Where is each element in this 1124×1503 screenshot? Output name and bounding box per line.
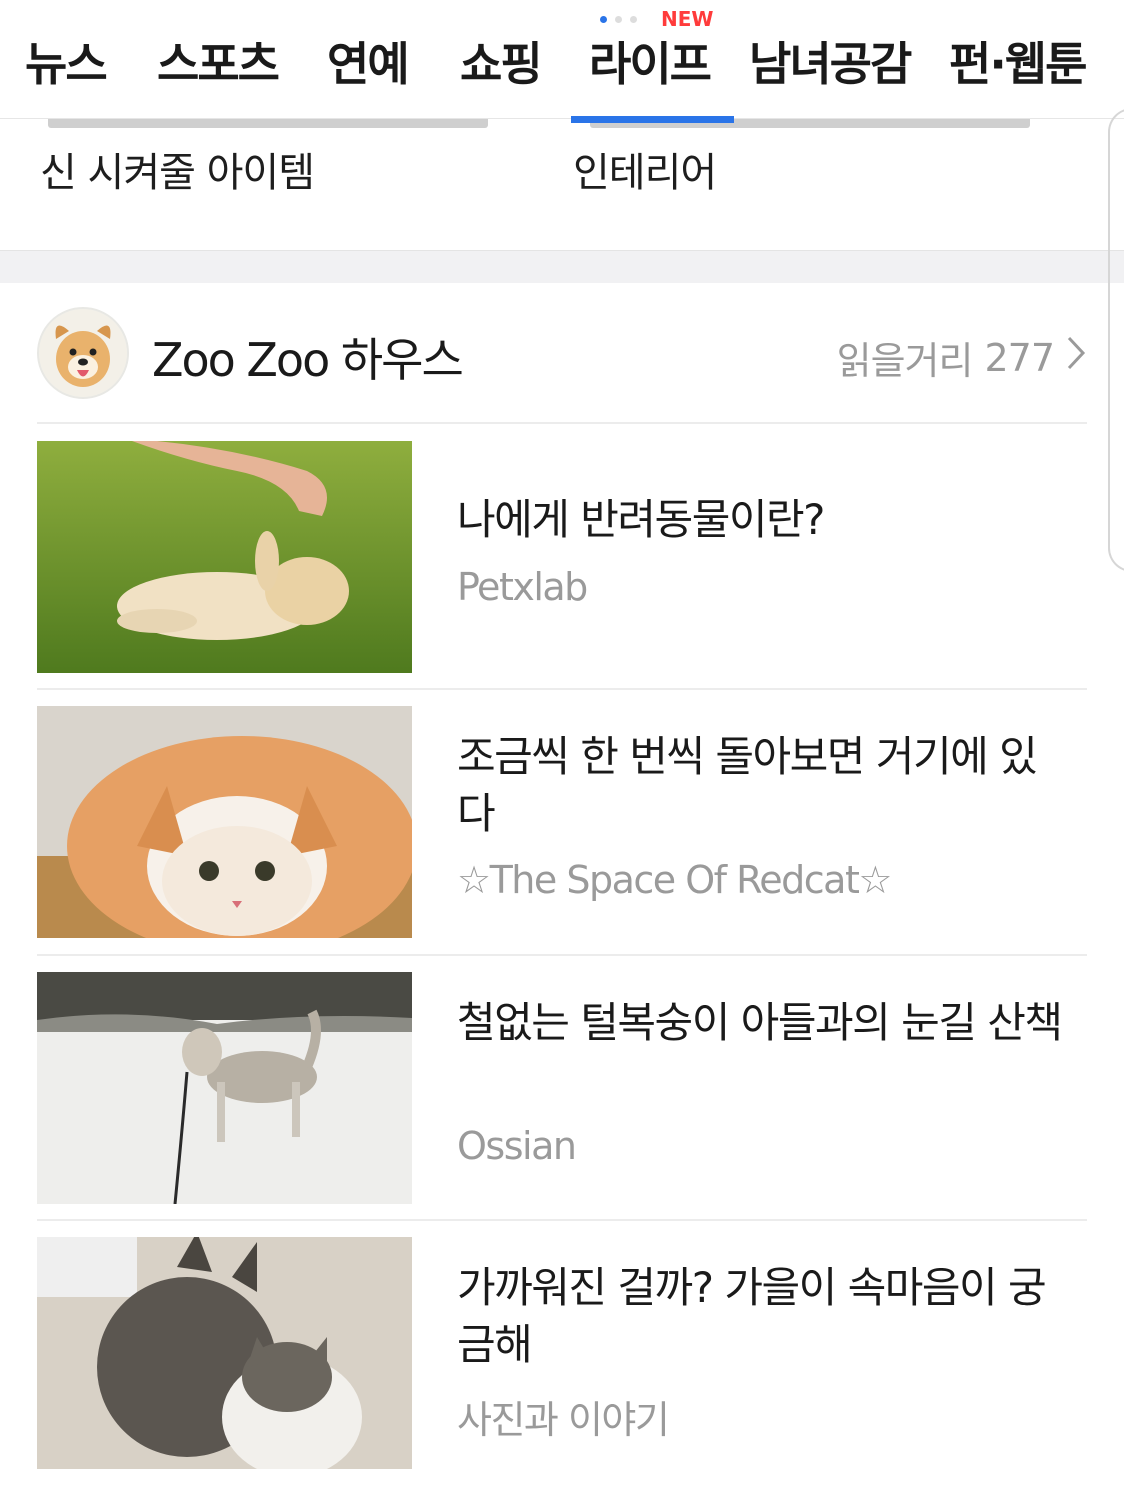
top-navigation: 뉴스 스포츠 연예 쇼핑 라이프 남녀공감 펀·웹툰 NEW	[0, 0, 1124, 119]
tab-fun-webtoon[interactable]: 펀·웹툰	[949, 28, 1087, 94]
article-item[interactable]: 철없는 털복숭이 아들과의 눈길 산책 Ossian	[37, 972, 1087, 1204]
article-title[interactable]: 가까워진 걸까? 가을이 속마음이 궁금해	[457, 1259, 1067, 1373]
indicator-dot	[615, 16, 622, 23]
divider	[37, 954, 1087, 956]
husky-photo-thumbnail[interactable]	[37, 972, 412, 1204]
active-tab-underline	[571, 116, 734, 123]
tab-news[interactable]: 뉴스	[25, 28, 108, 94]
divider	[37, 688, 1087, 690]
previous-item-title[interactable]: 인테리어	[573, 140, 717, 198]
divider	[37, 422, 1087, 424]
article-item[interactable]: 나에게 반려동물이란? Petxlab	[37, 441, 1087, 673]
article-title[interactable]: 철없는 털복숭이 아들과의 눈길 산책	[457, 994, 1067, 1051]
chevron-right-icon	[1066, 335, 1086, 380]
clipped-text-line	[48, 118, 488, 128]
previous-section-tail: 신 시켜줄 아이템 인테리어	[0, 118, 1124, 250]
article-item[interactable]: 조금씩 한 번씩 돌아보면 거기에 있다 ☆The Space Of Redca…	[37, 706, 1087, 938]
read-more-count: 277	[984, 335, 1055, 380]
tab-sports[interactable]: 스포츠	[157, 28, 280, 94]
article-source: Petxlab	[457, 565, 588, 609]
article-title[interactable]: 조금씩 한 번씩 돌아보면 거기에 있다	[457, 728, 1067, 842]
tab-gender-talk[interactable]: 남녀공감	[749, 28, 912, 94]
article-source: ☆The Space Of Redcat☆	[457, 858, 892, 902]
indicator-dot	[630, 16, 637, 23]
cat-photo-thumbnail[interactable]	[37, 706, 412, 938]
article-source: Ossian	[457, 1124, 577, 1168]
puppy-photo-thumbnail[interactable]	[37, 441, 412, 673]
new-badge: NEW	[661, 7, 714, 31]
previous-item-title[interactable]: 신 시켜줄 아이템	[40, 140, 315, 198]
article-item[interactable]: 가까워진 걸까? 가을이 속마음이 궁금해 사진과 이야기	[37, 1237, 1087, 1469]
section-separator	[0, 250, 1124, 283]
divider	[37, 1219, 1087, 1221]
read-more-label: 읽을거리	[836, 339, 974, 383]
section-title[interactable]: Zoo Zoo 하우스	[152, 324, 464, 390]
page-indicator-dots	[600, 16, 637, 23]
cats-photo-thumbnail[interactable]	[37, 1237, 412, 1469]
puppy-avatar-icon[interactable]	[37, 307, 129, 399]
tab-entertainment[interactable]: 연예	[327, 28, 410, 94]
tab-life[interactable]: 라이프	[589, 28, 712, 94]
indicator-dot-active	[600, 16, 607, 23]
tab-shopping[interactable]: 쇼핑	[460, 28, 543, 94]
section-header: Zoo Zoo 하우스 읽을거리 277	[0, 282, 1124, 422]
article-source: 사진과 이야기	[457, 1398, 670, 1442]
read-more-link[interactable]: 읽을거리 277	[837, 330, 1086, 385]
edge-panel-handle[interactable]	[1108, 108, 1124, 572]
article-title[interactable]: 나에게 반려동물이란?	[457, 491, 1067, 548]
